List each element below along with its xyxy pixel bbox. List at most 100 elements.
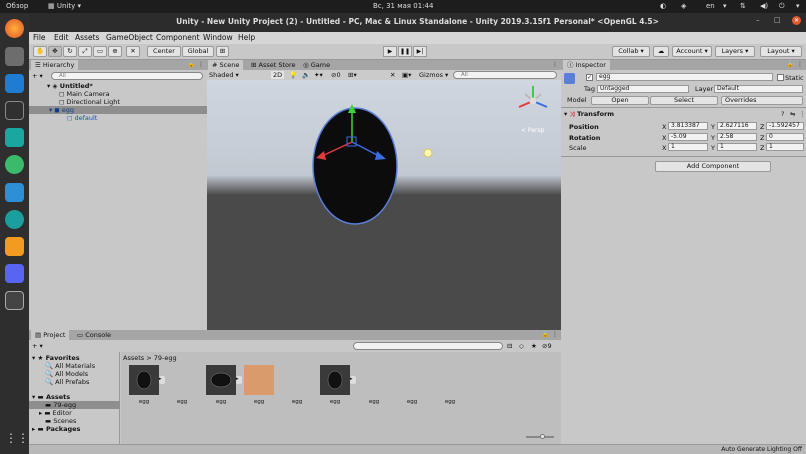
layer-dropdown[interactable]: Default <box>714 85 803 93</box>
asset-label[interactable]: egg <box>435 399 465 405</box>
perspective-label[interactable]: < Persp <box>521 127 544 134</box>
asset-label[interactable]: egg <box>129 399 159 405</box>
lock-icon[interactable]: 🔒 <box>787 61 794 68</box>
scene-viewport[interactable]: < Persp <box>207 80 561 330</box>
preset-icon[interactable]: ⇋ <box>790 110 795 118</box>
camera-settings-icon[interactable]: ▣▾ <box>402 71 411 79</box>
asset-label[interactable]: egg <box>244 399 274 405</box>
tab-inspector[interactable]: ⓘ Inspector <box>563 60 610 70</box>
hierarchy-search-input[interactable]: All <box>51 72 203 80</box>
menu-window[interactable]: Window <box>203 33 233 42</box>
sublime-icon[interactable] <box>5 237 24 256</box>
scale-tool-icon[interactable]: ⤢ <box>78 46 92 57</box>
lock-icon[interactable]: 🔒 <box>542 331 549 338</box>
rotation-z-field[interactable]: 0 <box>766 133 804 141</box>
custom-tool-icon[interactable]: ✕ <box>126 46 140 57</box>
apps-grid-icon[interactable]: ⋮⋮ <box>5 431 29 450</box>
cloud-icon[interactable]: ☁ <box>653 46 669 57</box>
fav-all-materials[interactable]: 🔍 All Materials <box>45 362 95 370</box>
chevron-down-icon[interactable]: ▾ <box>723 2 727 10</box>
pivot-global-button[interactable]: Global <box>182 46 214 57</box>
thumbnail-size-slider[interactable] <box>526 434 554 439</box>
effects-toggle-icon[interactable]: ✦▾ <box>314 71 323 79</box>
app-menu[interactable]: ▦ Unity ▾ <box>48 2 81 10</box>
close-icon[interactable]: ✕ <box>792 16 801 25</box>
rotate-tool-icon[interactable]: ↻ <box>63 46 77 57</box>
asset-label[interactable]: egg <box>397 399 427 405</box>
rotation-x-field[interactable]: -5.09 <box>668 133 708 141</box>
assets-folder[interactable]: ▾ ▬ Assets <box>32 393 70 401</box>
lighting-toggle-icon[interactable]: 💡 <box>289 71 297 79</box>
step-button[interactable]: ▶| <box>413 46 427 57</box>
fav-all-prefabs[interactable]: 🔍 All Prefabs <box>45 378 89 386</box>
layers-button[interactable]: Layers ▾ <box>715 46 755 57</box>
asset-label[interactable]: egg <box>320 399 350 405</box>
transform-header[interactable]: ▾ ⤨ Transform <box>564 110 614 119</box>
static-checkbox[interactable] <box>777 74 784 81</box>
shading-mode-dropdown[interactable]: Shaded ▾ <box>209 71 239 79</box>
clock[interactable]: Вс, 31 мая 01:44 <box>373 2 433 10</box>
project-add-button[interactable]: + ▾ <box>32 342 43 350</box>
account-button[interactable]: Account ▾ <box>672 46 712 57</box>
tab-console[interactable]: ▭ Console <box>73 330 116 340</box>
unity-icon[interactable] <box>5 291 24 310</box>
slider-handle[interactable] <box>540 434 545 439</box>
favorite-icon[interactable]: ★ <box>531 342 537 350</box>
component-menu-icon[interactable]: ⋮ <box>799 110 806 118</box>
terminal-icon[interactable] <box>5 101 24 120</box>
discord-tray-icon[interactable]: ◐ <box>660 2 666 10</box>
menu-edit[interactable]: Edit <box>54 33 69 42</box>
panel-menu-icon[interactable]: ⋮ <box>198 61 204 68</box>
folder-scenes[interactable]: ▬ Scenes <box>45 417 76 425</box>
activities-button[interactable]: Обзор <box>6 2 28 10</box>
filter-type-icon[interactable]: ⊟ <box>507 342 512 350</box>
position-z-field[interactable]: -1.592457 <box>766 122 804 130</box>
lock-icon[interactable]: 🔒 <box>188 61 195 68</box>
screen-icon[interactable] <box>5 183 24 202</box>
fav-all-models[interactable]: 🔍 All Models <box>45 370 88 378</box>
tab-game[interactable]: ◎ Game <box>299 60 335 70</box>
panel-menu-icon[interactable]: ⋮ <box>552 331 558 338</box>
gitkraken-icon[interactable] <box>5 128 24 147</box>
network-icon[interactable]: ⇅ <box>740 2 746 10</box>
directional-light-icon[interactable] <box>423 148 433 158</box>
project-search-input[interactable] <box>353 342 503 350</box>
asset-label[interactable]: egg <box>167 399 197 405</box>
position-y-field[interactable]: 2.627116 <box>717 122 757 130</box>
asset-label[interactable]: egg <box>282 399 312 405</box>
menu-gameobject[interactable]: GameObject <box>106 33 153 42</box>
menu-help[interactable]: Help <box>238 33 255 42</box>
menu-assets[interactable]: Assets <box>75 33 99 42</box>
gizmos-dropdown[interactable]: Gizmos ▾ <box>419 71 448 79</box>
unity-tray-icon[interactable]: ◈ <box>681 2 686 10</box>
hierarchy-item-default[interactable]: ◻ default <box>67 114 97 122</box>
hierarchy-item-egg[interactable]: ▾ ◼ egg <box>29 106 207 114</box>
scene-root-item[interactable]: ▾ ◈ Untitled* <box>47 82 93 90</box>
packages-folder[interactable]: ▸ ▬ Packages <box>32 425 80 433</box>
asset-egg-model[interactable] <box>129 365 159 395</box>
grid-toggle-icon[interactable]: ⊞▾ <box>348 71 357 79</box>
overrides-dropdown[interactable]: Overrides <box>721 96 803 105</box>
menu-file[interactable]: File <box>33 33 46 42</box>
move-tool-icon[interactable]: ✥ <box>48 46 62 57</box>
hierarchy-item-directional-light[interactable]: ◻ Directional Light <box>59 98 120 106</box>
mode-2d-toggle[interactable]: 2D <box>271 71 285 79</box>
folder-editor[interactable]: ▸ ▬ Editor <box>39 409 72 417</box>
panel-menu-icon[interactable]: ⋮ <box>552 61 558 68</box>
tab-scene[interactable]: # Scene <box>208 60 244 70</box>
language-indicator[interactable]: en <box>706 2 715 10</box>
tab-hierarchy[interactable]: ☰ Hierarchy <box>31 60 79 70</box>
snap-icon[interactable]: ⊞ <box>216 46 229 57</box>
hidden-packages-icon[interactable]: ⊘9 <box>542 342 552 350</box>
play-button[interactable]: ▶ <box>383 46 397 57</box>
layout-button[interactable]: Layout ▾ <box>760 46 802 57</box>
asset-label[interactable]: egg <box>359 399 389 405</box>
status-text[interactable]: Auto Generate Lighting Off <box>721 446 802 453</box>
gps-icon[interactable] <box>5 155 24 174</box>
discord-icon[interactable] <box>5 264 24 283</box>
vscode-icon[interactable] <box>5 74 24 93</box>
minimize-icon[interactable]: – <box>756 16 760 24</box>
active-checkbox[interactable]: ✓ <box>586 74 593 81</box>
expand-asset-icon[interactable]: ▸ <box>236 376 242 384</box>
position-x-field[interactable]: 3.813387 <box>668 122 708 130</box>
